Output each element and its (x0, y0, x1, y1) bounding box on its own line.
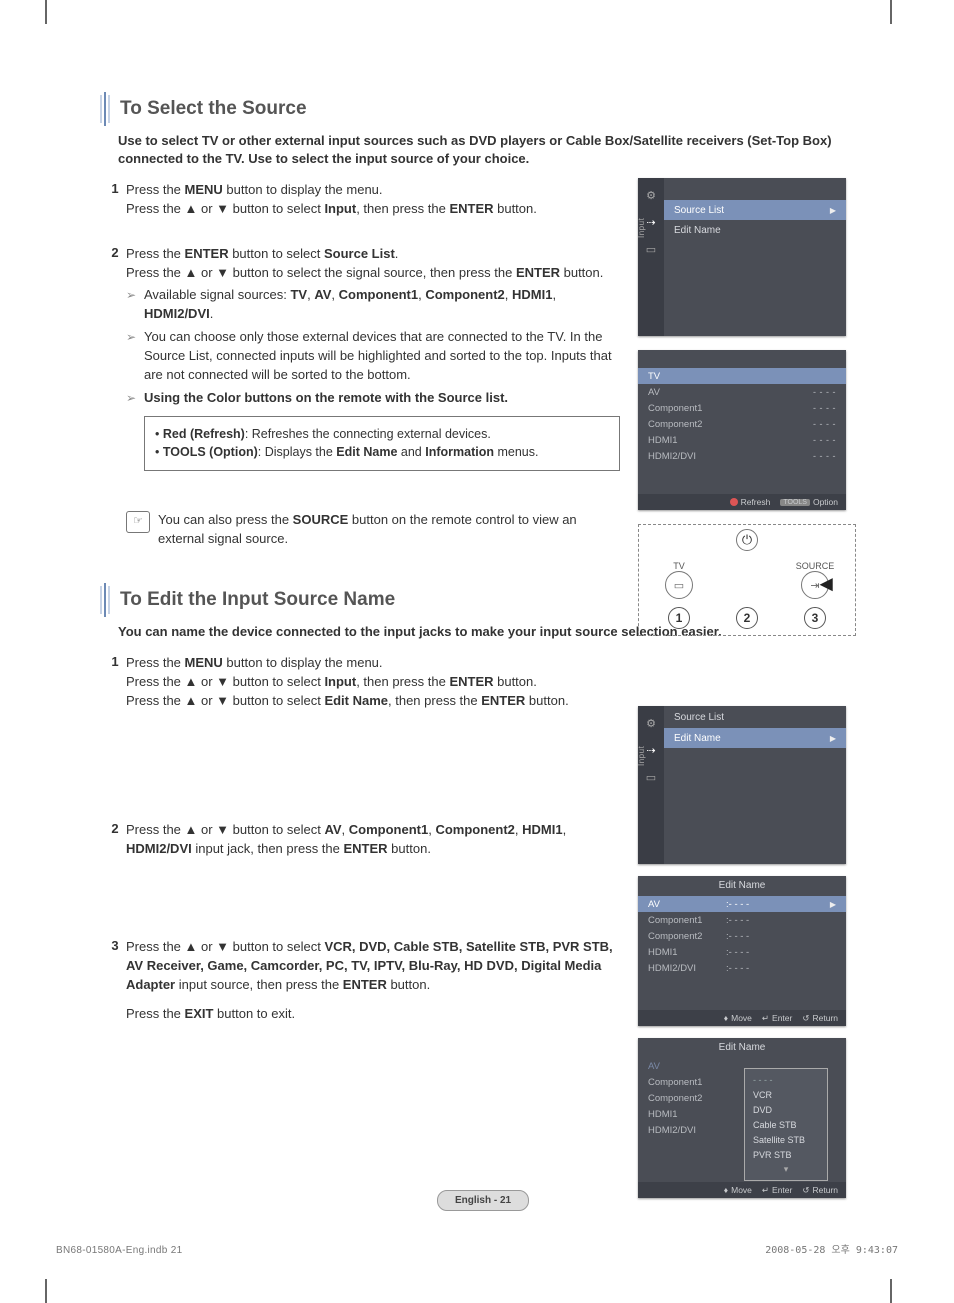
section-heading: To Select the Source (100, 92, 850, 126)
dd-cable-stb: Cable STB (745, 1117, 827, 1132)
tip-box: • Red (Refresh): Refreshes the connectin… (144, 416, 620, 472)
dd-dvd: DVD (745, 1102, 827, 1117)
move-hint: ♦ Move (724, 1185, 752, 1195)
button-3: 3 (804, 607, 826, 629)
step-number: 1 (104, 654, 126, 711)
crop-mark (45, 0, 47, 24)
enter-hint: ↵ Enter (762, 1013, 792, 1024)
osd-main: Source List Edit Name▶ (664, 706, 846, 864)
arrow-icon: ➢ (126, 328, 144, 385)
dd-pvr-stb: PVR STB (745, 1147, 827, 1162)
osd-footer: ♦ Move ↵ Enter ↺ Return (638, 1010, 846, 1026)
note-text: You can choose only those external devic… (144, 328, 620, 385)
step-number: 2 (104, 245, 126, 549)
power-icon: ⏻ (736, 529, 758, 551)
osd-row-c1: Component1- - - - (638, 400, 846, 416)
crop-mark (45, 1279, 47, 1303)
footer-meta-left: BN68-01580A-Eng.indb 21 (56, 1245, 182, 1256)
osd-row-source-list: Source List▶ (664, 200, 846, 220)
osd-row-edit-name: Edit Name▶ (664, 728, 846, 748)
footer-meta-right: 2008-05-28 오후 9:43:07 (765, 1241, 898, 1256)
crop-mark (890, 0, 892, 24)
chevron-right-icon: ▶ (830, 900, 836, 909)
remote-blank-button: 2 (724, 601, 770, 629)
page: To Select the Source Use to select TV or… (0, 0, 954, 1303)
chevron-right-icon: ▶ (830, 734, 836, 743)
osd-row-source-list: Source List (664, 706, 846, 728)
gear-icon: ⚙ (644, 188, 658, 202)
step-number: 2 (104, 821, 126, 859)
osd-input-menu: ⚙ ⇢ ▭ Input Source List▶ Edit Name (638, 178, 846, 336)
dd-sat-stb: Satellite STB (745, 1132, 827, 1147)
note-text: Using the Color buttons on the remote wi… (144, 389, 508, 408)
sidebar-label: Input (637, 746, 646, 766)
tv-button-icon: ▭ (665, 571, 693, 599)
step-body: Press the MENU button to display the men… (126, 654, 850, 711)
return-hint: ↺ Return (802, 1013, 838, 1024)
osd-sidebar: ⚙ ⇢ ▭ Input (638, 706, 664, 864)
dd-dashes: - - - - (745, 1072, 827, 1087)
gear-icon: ⚙ (644, 716, 658, 730)
osd-footer: Refresh TOOLSOption (638, 494, 846, 510)
osd-sidebar: ⚙ ⇢ ▭ Input (638, 178, 664, 336)
return-hint: ↺ Return (802, 1185, 838, 1196)
pointer-icon: ◄ (815, 571, 837, 597)
osd-row-edit-name: Edit Name (664, 220, 846, 240)
card-icon: ▭ (644, 242, 658, 256)
osd-row-tv: TV (638, 368, 846, 384)
osd-row-av: AV- - - - (638, 384, 846, 400)
osd-row-h2: HDMI2/DVI: - - - - (638, 960, 846, 976)
arrow-icon: ➢ (126, 286, 144, 324)
note-line: ➢ Using the Color buttons on the remote … (126, 389, 620, 408)
option-hint: TOOLSOption (780, 497, 838, 507)
button-2: 2 (736, 607, 758, 629)
step-number: 3 (104, 938, 126, 1023)
osd-edit-name-list: Edit Name AV: - - - -▶ Component1: - - -… (638, 876, 846, 1026)
osd-row-h1: HDMI1- - - - (638, 432, 846, 448)
osd-input-menu-edit: ⚙ ⇢ ▭ Input Source List Edit Name▶ (638, 706, 846, 864)
refresh-hint: Refresh (730, 497, 771, 507)
osd-source-list: TV AV- - - - Component1- - - - Component… (638, 350, 846, 510)
osd-row-c1: Component1: - - - - (638, 912, 846, 928)
note-line: ➢ You can choose only those external dev… (126, 328, 620, 385)
move-hint: ♦ Move (724, 1013, 752, 1023)
osd-main: Source List▶ Edit Name (664, 178, 846, 336)
osd-row-h1: HDMI1: - - - - (638, 944, 846, 960)
section-title: To Select the Source (120, 98, 307, 120)
hand-note: ☞ You can also press the SOURCE button o… (126, 511, 620, 549)
input-icon: ⇢ (644, 743, 658, 757)
heading-bars-icon (100, 583, 110, 617)
device-type-dropdown: - - - - VCR DVD Cable STB Satellite STB … (744, 1068, 828, 1181)
page-number-badge: English - 21 (437, 1190, 529, 1211)
osd-row-av: AV: - - - -▶ (638, 896, 846, 912)
step-number: 1 (104, 181, 126, 219)
sidebar-label: Input (637, 218, 646, 238)
chevron-down-icon: ▾ (745, 1162, 827, 1177)
osd-title: Edit Name (638, 876, 846, 896)
heading-bars-icon (100, 92, 110, 126)
hand-icon: ☞ (126, 511, 150, 533)
crop-mark (890, 1279, 892, 1303)
button-1: 1 (668, 607, 690, 629)
arrow-icon: ➢ (126, 389, 144, 408)
section-title: To Edit the Input Source Name (120, 589, 395, 611)
osd-row-c2: Component2: - - - - (638, 928, 846, 944)
osd-row-c2: Component2- - - - (638, 416, 846, 432)
enter-hint: ↵ Enter (762, 1185, 792, 1196)
step: 1 Press the MENU button to display the m… (104, 654, 850, 711)
note-text: Available signal sources: TV, AV, Compon… (144, 286, 620, 324)
input-icon: ⇢ (644, 215, 658, 229)
osd-row-h2: HDMI2/DVI- - - - (638, 448, 846, 464)
remote-illustration: ⏻ TV ▭ 1 2 SOURCE ⇥ 3 ◄ (638, 524, 856, 636)
hand-text: You can also press the SOURCE button on … (158, 511, 620, 549)
osd-edit-name-dropdown: Edit Name AV Component1 Component2 HDMI1… (638, 1038, 846, 1198)
remote-tv-button: TV ▭ 1 (656, 561, 702, 629)
note-line: ➢ Available signal sources: TV, AV, Comp… (126, 286, 620, 324)
section-intro: Use to select TV or other external input… (118, 132, 850, 167)
osd-footer: ♦ Move ↵ Enter ↺ Return (638, 1182, 846, 1198)
card-icon: ▭ (644, 770, 658, 784)
osd-title: Edit Name (638, 1038, 846, 1058)
dd-vcr: VCR (745, 1087, 827, 1102)
chevron-right-icon: ▶ (830, 206, 836, 215)
